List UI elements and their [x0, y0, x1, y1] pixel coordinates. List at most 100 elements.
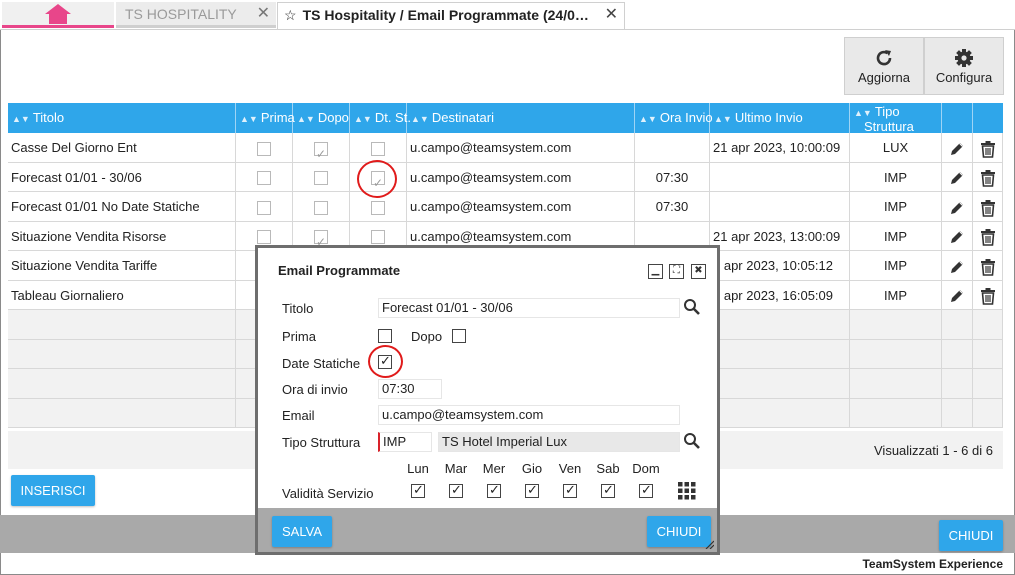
table-row[interactable]: Forecast 01/01 - 30/06 u.campo@teamsystem… [8, 162, 1003, 192]
prima-checkbox [257, 141, 271, 156]
trash-icon[interactable] [979, 228, 997, 246]
cell-del [973, 339, 1003, 369]
day-checkbox[interactable] [411, 482, 425, 498]
cell-titolo: Forecast 01/01 - 30/06 [8, 162, 236, 192]
cell-destinatari: u.campo@teamsystem.com [407, 192, 635, 221]
search-icon[interactable] [683, 432, 701, 450]
col-tipo-label: Tipo [874, 104, 900, 119]
trash-icon[interactable] [979, 258, 997, 276]
cell-tipo: IMP [850, 251, 942, 280]
resize-handle-icon[interactable] [704, 539, 714, 549]
close-icon[interactable]: ✕ [605, 3, 618, 27]
cell-del [973, 280, 1003, 310]
cell-del [973, 192, 1003, 221]
search-icon[interactable] [683, 298, 701, 316]
day-checkbox[interactable] [601, 482, 615, 498]
cell-titolo: Casse Del Giorno Ent [8, 133, 236, 162]
tipo-struttura-code-field[interactable]: IMP [378, 432, 432, 452]
pencil-icon[interactable] [948, 169, 966, 187]
close-main-button[interactable]: CHIUDI [939, 520, 1003, 551]
cell-dopo [293, 162, 350, 192]
day-checkbox[interactable] [525, 482, 539, 498]
ora-invio-field[interactable]: 07:30 [378, 379, 442, 399]
refresh-icon [876, 50, 892, 66]
close-icon[interactable]: ✕ [257, 2, 270, 26]
dialog-close-button[interactable]: CHIUDI [647, 516, 711, 547]
configure-button[interactable]: Configura [924, 37, 1004, 95]
dopo-checkbox[interactable] [452, 329, 466, 343]
cell-del [973, 310, 1003, 339]
cell-edit [942, 369, 973, 398]
configure-label: Configura [935, 70, 993, 85]
dt-st-checkbox [371, 200, 385, 215]
col-destinatari[interactable]: ▲▼ Destinatari [407, 103, 635, 133]
cell-ultimo [710, 339, 850, 369]
col-ora-invio[interactable]: ▲▼ Ora Invio [635, 103, 713, 133]
close-icon[interactable]: ✖ [691, 264, 706, 279]
trash-icon[interactable] [979, 169, 997, 187]
home-icon [45, 3, 71, 24]
col-prima-label: Prima [260, 110, 295, 125]
highlight-circle [357, 160, 397, 198]
save-button[interactable]: SALVA [272, 516, 332, 547]
cell-edit [942, 162, 973, 192]
tab-email-programmate-label: TS Hospitality / Email Programmate (24/0… [302, 7, 589, 23]
pencil-icon[interactable] [948, 228, 966, 246]
col-dt-st[interactable]: ▲▼ Dt. St. [350, 103, 411, 133]
day-checkbox[interactable] [639, 482, 653, 498]
col-edit [942, 103, 973, 133]
cell-edit [942, 398, 973, 428]
titolo-field[interactable]: Forecast 01/01 - 30/06 [378, 298, 680, 318]
col-ultimo-invio[interactable]: ▲▼ Ultimo Invio [710, 103, 850, 133]
trash-icon[interactable] [979, 287, 997, 305]
cell-edit [942, 339, 973, 369]
star-icon[interactable]: ☆ [284, 7, 297, 23]
cell-ora: 07:30 [635, 192, 710, 221]
day-label: Gio [521, 461, 543, 476]
email-label: Email [282, 408, 315, 423]
select-all-grid-icon[interactable] [678, 482, 696, 500]
cell-ultimo: 5 apr 2023, 16:05:09 [710, 280, 850, 310]
day-checkbox[interactable] [563, 482, 577, 498]
col-dt-st-label: Dt. St. [374, 110, 411, 125]
trash-icon[interactable] [979, 140, 997, 158]
prima-label: Prima [282, 329, 316, 344]
table-row[interactable]: Forecast 01/01 No Date Statiche u.campo@t… [8, 192, 1003, 222]
refresh-button[interactable]: Aggiorna [844, 37, 924, 95]
minimize-icon[interactable]: ▁ [648, 264, 663, 279]
tab-home[interactable] [2, 2, 114, 28]
cell-dopo [293, 192, 350, 221]
insert-button[interactable]: INSERISCI [11, 475, 95, 506]
col-ultimo-invio-label: Ultimo Invio [734, 110, 803, 125]
col-tipo-struttura[interactable]: ▲▼ Tipo Struttura [850, 103, 942, 133]
cell-tipo: IMP [850, 221, 942, 251]
cell-titolo [8, 339, 236, 369]
col-titolo[interactable]: ▲▼ Titolo [8, 103, 236, 133]
record-count: Visualizzati 1 - 6 di 6 [874, 443, 993, 458]
email-field[interactable]: u.campo@teamsystem.com [378, 405, 680, 425]
dialog-title: Email Programmate [278, 263, 401, 278]
titolo-label: Titolo [282, 301, 314, 316]
trash-icon[interactable] [979, 199, 997, 217]
col-prima[interactable]: ▲▼ Prima [236, 103, 295, 133]
tab-ts-hospitality-label: TS HOSPITALITY [125, 6, 237, 22]
pencil-icon[interactable] [948, 287, 966, 305]
pencil-icon[interactable] [948, 258, 966, 276]
cell-edit [942, 221, 973, 251]
col-dopo[interactable]: ▲▼ Dopo [293, 103, 350, 133]
date-statiche-label: Date Statiche [282, 356, 361, 371]
day-checkbox[interactable] [449, 482, 463, 498]
day-label: Lun [407, 461, 429, 476]
table-row[interactable]: Casse Del Giorno Ent u.campo@teamsystem.c… [8, 133, 1003, 163]
prima-checkbox[interactable] [378, 329, 392, 343]
cell-ultimo [710, 162, 850, 192]
cell-ora [635, 133, 710, 162]
pencil-icon[interactable] [948, 199, 966, 217]
pencil-icon[interactable] [948, 140, 966, 158]
tab-ts-hospitality[interactable]: TS HOSPITALITY ✕ [116, 2, 276, 28]
tab-email-programmate[interactable]: ☆ TS Hospitality / Email Programmate (24/… [277, 2, 625, 29]
day-checkbox[interactable] [487, 482, 501, 498]
maximize-icon[interactable]: ⛶ [669, 264, 684, 279]
cell-ultimo: 21 apr 2023, 10:00:09 [710, 133, 850, 162]
cell-titolo: Situazione Vendita Tariffe [8, 251, 236, 280]
